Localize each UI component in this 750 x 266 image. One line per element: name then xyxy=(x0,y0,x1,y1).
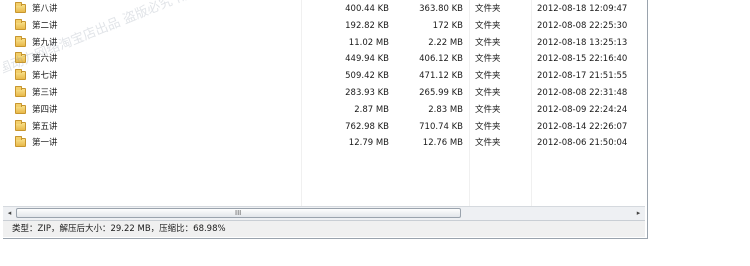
file-name: 第九讲 xyxy=(32,37,58,48)
file-name: 第五讲 xyxy=(32,121,58,132)
file-row[interactable]: 第四讲 2.87 MB 2.83 MB 文件夹 2012-08-09 22:24:24 xyxy=(3,102,647,118)
file-type: 文件夹 xyxy=(475,20,501,31)
file-packed-size: 172 KB xyxy=(432,20,463,31)
file-size: 283.93 KB xyxy=(345,88,389,98)
file-name: 第一讲 xyxy=(32,138,58,149)
file-size: 762.98 KB xyxy=(345,121,389,132)
scrollbar-grip-icon: III xyxy=(235,209,242,217)
folder-icon xyxy=(15,86,26,97)
file-name: 第三讲 xyxy=(32,88,58,98)
folder-icon xyxy=(15,69,26,81)
file-name: 第二讲 xyxy=(32,20,58,31)
scroll-left-arrow-icon[interactable]: ◂ xyxy=(4,208,15,219)
file-type: 文件夹 xyxy=(475,37,501,48)
file-modified: 2012-08-06 21:50:04 xyxy=(537,138,628,149)
folder-icon xyxy=(15,52,26,64)
file-packed-size: 2.22 MB xyxy=(428,37,463,48)
file-row[interactable]: 第六讲 449.94 KB 406.12 KB 文件夹 2012-08-15 22:16… xyxy=(3,51,647,67)
file-row[interactable]: 第七讲 509.42 KB 471.12 KB 文件夹 2012-08-17 21:51… xyxy=(3,68,647,84)
file-name: 第七讲 xyxy=(32,71,58,82)
file-size: 449.94 KB xyxy=(345,54,389,65)
file-type: 文件夹 xyxy=(475,54,501,65)
file-type: 文件夹 xyxy=(475,88,501,98)
file-packed-size: 265.99 KB xyxy=(419,88,463,98)
folder-icon xyxy=(15,102,26,114)
file-size: 509.42 KB xyxy=(345,71,389,82)
scroll-right-arrow-icon[interactable]: ▸ xyxy=(633,208,644,219)
file-list-window: 第八讲 400.44 KB 363.80 KB 文件夹 2012-08-18 12:09… xyxy=(3,0,648,239)
file-modified: 2012-08-18 13:25:13 xyxy=(537,37,628,48)
file-row[interactable]: 第二讲 192.82 KB 172 KB 文件夹 2012-08-08 22:25:30 xyxy=(3,18,647,34)
file-modified: 2012-08-08 22:25:30 xyxy=(537,20,628,31)
file-packed-size: 710.74 KB xyxy=(419,121,463,132)
file-row[interactable]: 第九讲 11.02 MB 2.22 MB 文件夹 2012-08-18 13:25:13 xyxy=(3,35,647,51)
file-size: 2.87 MB xyxy=(354,104,389,115)
file-size: 12.79 MB xyxy=(348,138,389,149)
file-modified: 2012-08-15 22:16:40 xyxy=(537,54,628,65)
file-type: 文件夹 xyxy=(475,121,501,132)
folder-icon xyxy=(15,2,26,13)
folder-icon xyxy=(15,18,26,30)
status-bar: 类型：ZIP，解压后大小：29.22 MB，压缩比：68.98% xyxy=(3,220,645,237)
file-type: 文件夹 xyxy=(475,104,501,115)
file-modified: 2012-08-09 22:24:24 xyxy=(537,104,628,115)
file-modified: 2012-08-08 22:31:48 xyxy=(537,88,628,98)
file-name: 第八讲 xyxy=(32,4,58,14)
file-type: 文件夹 xyxy=(475,138,501,149)
file-packed-size: 406.12 KB xyxy=(419,54,463,65)
scrollbar-thumb[interactable]: III xyxy=(16,208,461,218)
file-size: 11.02 MB xyxy=(348,37,389,48)
file-size: 192.82 KB xyxy=(345,20,389,31)
file-row[interactable]: 第八讲 400.44 KB 363.80 KB 文件夹 2012-08-18 12:09… xyxy=(3,1,647,17)
file-row[interactable]: 第五讲 762.98 KB 710.74 KB 文件夹 2012-08-14 22:26… xyxy=(3,119,647,135)
folder-icon xyxy=(15,35,26,47)
file-packed-size: 2.83 MB xyxy=(428,104,463,115)
file-modified: 2012-08-18 12:09:47 xyxy=(537,4,628,14)
folder-icon xyxy=(15,119,26,131)
horizontal-scrollbar[interactable]: ◂ III ▸ xyxy=(3,206,645,220)
file-row[interactable]: 第一讲 12.79 MB 12.76 MB 文件夹 2012-08-06 21:50:0… xyxy=(3,135,647,151)
file-packed-size: 471.12 KB xyxy=(419,71,463,82)
file-type: 文件夹 xyxy=(475,4,501,14)
file-size: 400.44 KB xyxy=(345,4,389,14)
file-row[interactable]: 第三讲 283.93 KB 265.99 KB 文件夹 2012-08-08 22:31… xyxy=(3,85,647,101)
file-modified: 2012-08-17 21:51:55 xyxy=(537,71,628,82)
file-packed-size: 363.80 KB xyxy=(419,4,463,14)
file-name: 第六讲 xyxy=(32,54,58,65)
file-name: 第四讲 xyxy=(32,104,58,115)
folder-icon xyxy=(15,136,26,148)
file-packed-size: 12.76 MB xyxy=(422,138,463,149)
file-type: 文件夹 xyxy=(475,71,501,82)
file-modified: 2012-08-14 22:26:07 xyxy=(537,121,628,132)
